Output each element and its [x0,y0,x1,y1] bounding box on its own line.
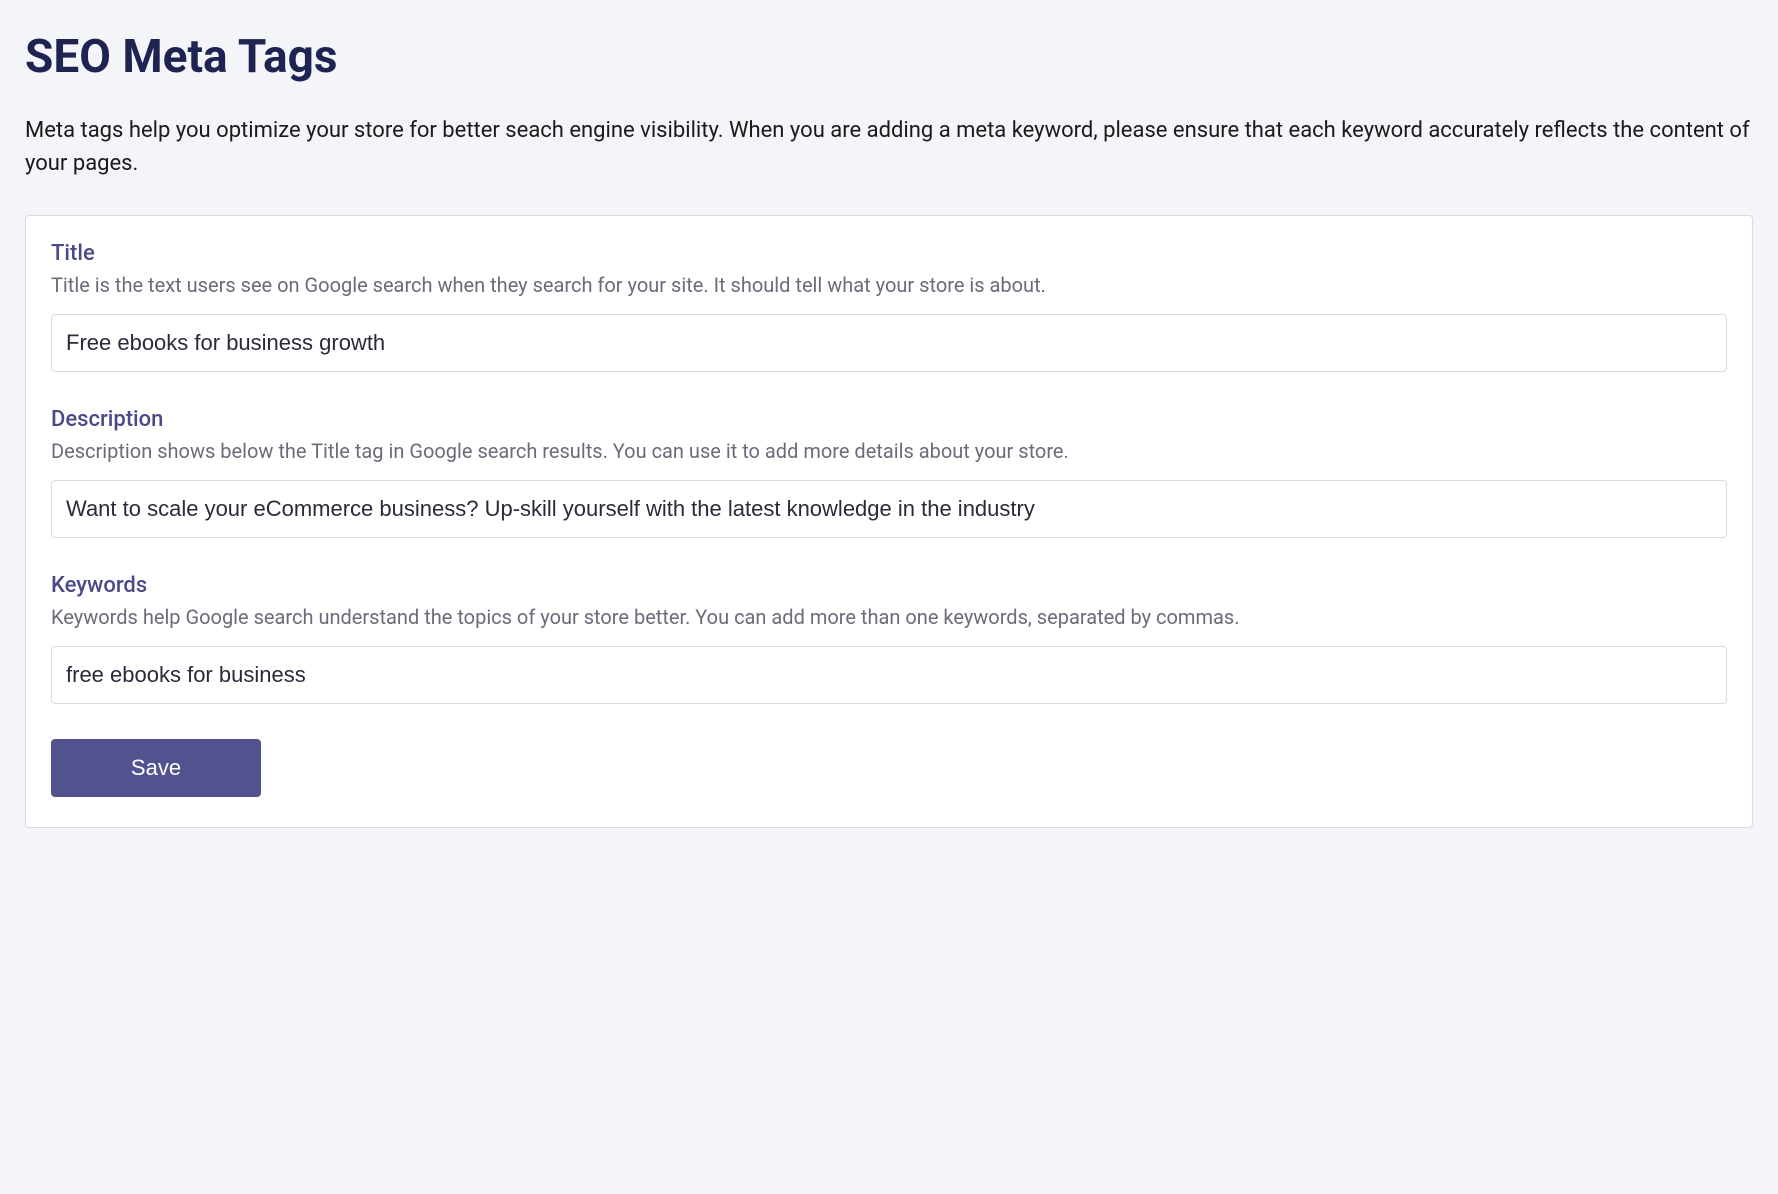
page-description: Meta tags help you optimize your store f… [25,114,1753,180]
keywords-label: Keywords [51,573,1727,598]
title-label: Title [51,241,1727,266]
keywords-help-text: Keywords help Google search understand t… [51,603,1727,631]
save-button[interactable]: Save [51,739,261,797]
page-title: SEO Meta Tags [25,30,1753,84]
description-help-text: Description shows below the Title tag in… [51,437,1727,465]
title-input[interactable] [51,314,1727,372]
title-field-group: Title Title is the text users see on Goo… [51,241,1727,372]
keywords-field-group: Keywords Keywords help Google search und… [51,573,1727,704]
title-help-text: Title is the text users see on Google se… [51,271,1727,299]
description-input[interactable] [51,480,1727,538]
seo-form-card: Title Title is the text users see on Goo… [25,215,1753,828]
description-field-group: Description Description shows below the … [51,407,1727,538]
keywords-input[interactable] [51,646,1727,704]
description-label: Description [51,407,1727,432]
